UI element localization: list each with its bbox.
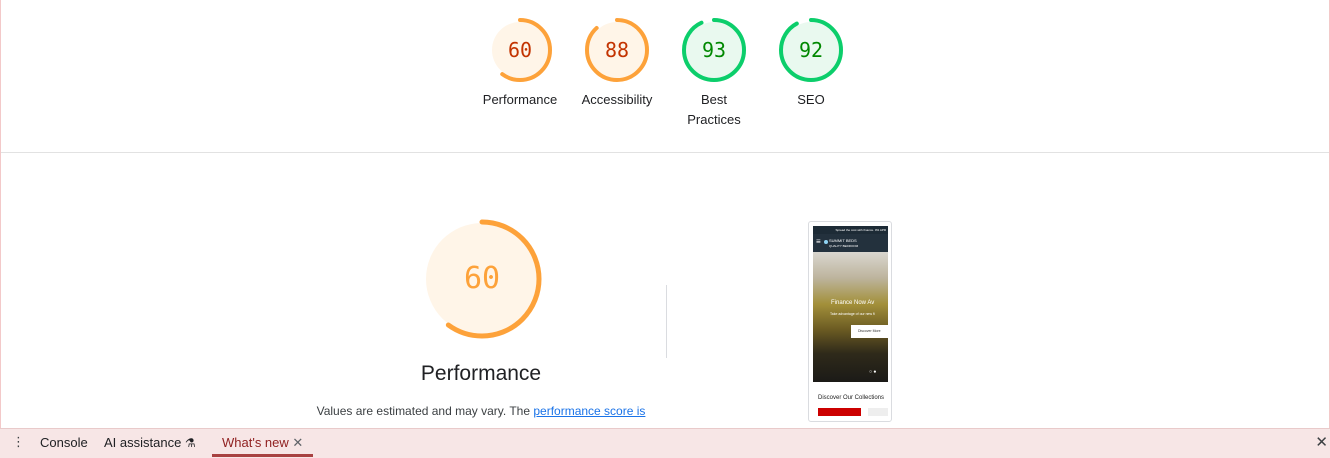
- devtools-drawer: ⋮ Console AI assistance ⚗ What's new ✕ ✕: [0, 428, 1330, 458]
- tab-ai-assistance[interactable]: AI assistance ⚗: [104, 429, 196, 457]
- hero-subtitle: Take advantage of our new fi: [830, 312, 875, 316]
- lighthouse-report: 60 Performance 88 Accessibility 93 Best …: [0, 0, 1330, 428]
- score-gauges-row: 60 Performance 88 Accessibility 93 Best …: [1, 0, 1329, 153]
- divider: [666, 285, 667, 358]
- gauge-seo[interactable]: 92 SEO: [766, 16, 856, 110]
- flask-icon: ⚗: [184, 436, 196, 450]
- performance-big-score: 60: [464, 261, 500, 296]
- logo-icon: [824, 240, 828, 244]
- gauge-label: SEO: [797, 92, 825, 107]
- gauge-performance[interactable]: 60 Performance: [475, 16, 565, 110]
- best-practices-gauge-ring: 93: [682, 18, 746, 82]
- performance-description: Values are estimated and may vary. The p…: [301, 404, 661, 418]
- gauge-score: 60: [508, 38, 532, 62]
- performance-gauge-ring: 60: [488, 18, 552, 82]
- performance-description-text: Values are estimated and may vary. The: [316, 404, 534, 418]
- gauge-label: Accessibility: [581, 92, 653, 107]
- tab-label: What's new: [222, 435, 289, 450]
- gauge-accessibility[interactable]: 88 Accessibility: [572, 16, 662, 110]
- tab-label: Console: [40, 435, 88, 450]
- gauge-score: 92: [799, 38, 823, 62]
- collection-swatch: [868, 408, 888, 416]
- gauge-best-practices[interactable]: 93 Best Practices: [669, 16, 759, 130]
- accessibility-gauge-ring: 88: [585, 18, 649, 82]
- performance-title: Performance: [420, 362, 542, 385]
- hero-button: Discover More: [851, 325, 888, 338]
- collections-heading: Discover Our Collections: [818, 395, 885, 401]
- hamburger-icon: ≡: [816, 237, 821, 246]
- collection-swatch: [818, 408, 861, 416]
- performance-score-link[interactable]: performance score is: [533, 404, 645, 418]
- kebab-menu-icon[interactable]: ⋮: [12, 435, 25, 448]
- site-brand-sub: QUALITY BEDROOM: [829, 244, 859, 248]
- performance-big-gauge: 60: [422, 219, 542, 339]
- close-icon[interactable]: ✕: [1315, 429, 1328, 456]
- gauge-label: Best Practices: [687, 92, 741, 127]
- page-screenshot-thumbnail[interactable]: Spread the cost with finance. 0% APR ≡ S…: [808, 221, 892, 422]
- tab-label: AI assistance: [104, 435, 182, 450]
- site-brand: SUMMIT BEDS: [829, 238, 857, 243]
- site-banner: Spread the cost with finance. 0% APR: [813, 226, 888, 234]
- close-tab-icon[interactable]: ✕: [292, 435, 303, 450]
- carousel-dots-icon: ○ ●: [869, 369, 877, 375]
- seo-gauge-ring: 92: [779, 18, 843, 82]
- tab-whats-new[interactable]: What's new ✕: [212, 429, 314, 457]
- gauge-score: 93: [702, 38, 726, 62]
- site-hero: Finance Now Av Take advantage of our new…: [813, 252, 888, 382]
- tab-console[interactable]: Console: [40, 429, 88, 457]
- gauge-label: Performance: [482, 92, 558, 107]
- hero-title: Finance Now Av: [831, 300, 875, 306]
- gauge-score: 88: [605, 38, 629, 62]
- site-logo: SUMMIT BEDS QUALITY BEDROOM: [829, 238, 858, 249]
- site-nav: ≡ SUMMIT BEDS QUALITY BEDROOM: [813, 234, 888, 252]
